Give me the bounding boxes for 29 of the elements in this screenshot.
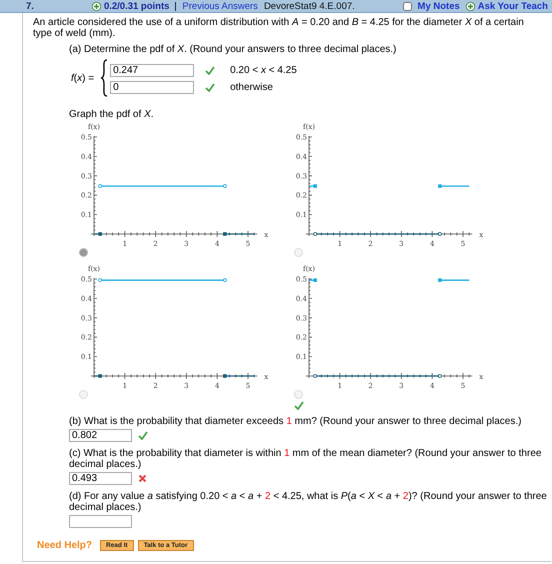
- condition-text: 0.20 < x < 4.25: [230, 65, 297, 76]
- radio-button[interactable]: [294, 248, 303, 257]
- my-notes-link[interactable]: My Notes: [418, 0, 460, 12]
- condition-text: otherwise: [230, 82, 273, 93]
- question-text: Graph the pdf of X.: [69, 109, 155, 120]
- radio-button[interactable]: [294, 390, 303, 399]
- answer-field[interactable]: 0.247: [110, 64, 194, 77]
- brace-drawing: [100, 59, 108, 97]
- answer-field[interactable]: 0.493: [69, 472, 132, 485]
- ask-teacher-link[interactable]: Ask Your Teach: [478, 0, 548, 12]
- function-label: f(x) =: [71, 72, 94, 84]
- plus-icon: [92, 2, 101, 10]
- my-notes-checkbox[interactable]: [402, 2, 412, 10]
- need-help-label: Need Help?: [37, 540, 92, 551]
- question-number: 7.: [26, 0, 34, 12]
- answer-field[interactable]: 0.802: [69, 429, 132, 442]
- answer-field[interactable]: 0: [110, 81, 194, 94]
- question-text: (a) Determine the pdf of X. (Round your answers to three decimal places.): [69, 44, 398, 55]
- question-text: (c) What is the probability that diameter is within 1 mm of the mean diameter? (Round your answer to three decimal places.): [69, 448, 542, 470]
- points-text: 0.2/0.31 points: [104, 0, 170, 12]
- plus-icon: [466, 2, 475, 10]
- previous-answers-link[interactable]: Previous Answers: [182, 0, 258, 12]
- question-text: (b) What is the probability that diameter exceeds 1 mm? (Round your answer to three decimal places.): [69, 416, 522, 427]
- problem-text: An article considered the use of a uniform distribution with A = 0.20 and B = 4.25 for the diameter X of a certain type of weld (mm).: [33, 17, 525, 39]
- question-text: (d) For any value a satisfying 0.20 < a < a + 2 < 4.25, what is P(a < X < a + 2)? (Round your answer to three decimal places.): [69, 491, 547, 513]
- answer-field[interactable]: [69, 515, 132, 528]
- radio-button[interactable]: [79, 248, 88, 257]
- radio-button[interactable]: [79, 390, 88, 399]
- problem-id: DevoreStat9 4.E.007.: [264, 0, 355, 12]
